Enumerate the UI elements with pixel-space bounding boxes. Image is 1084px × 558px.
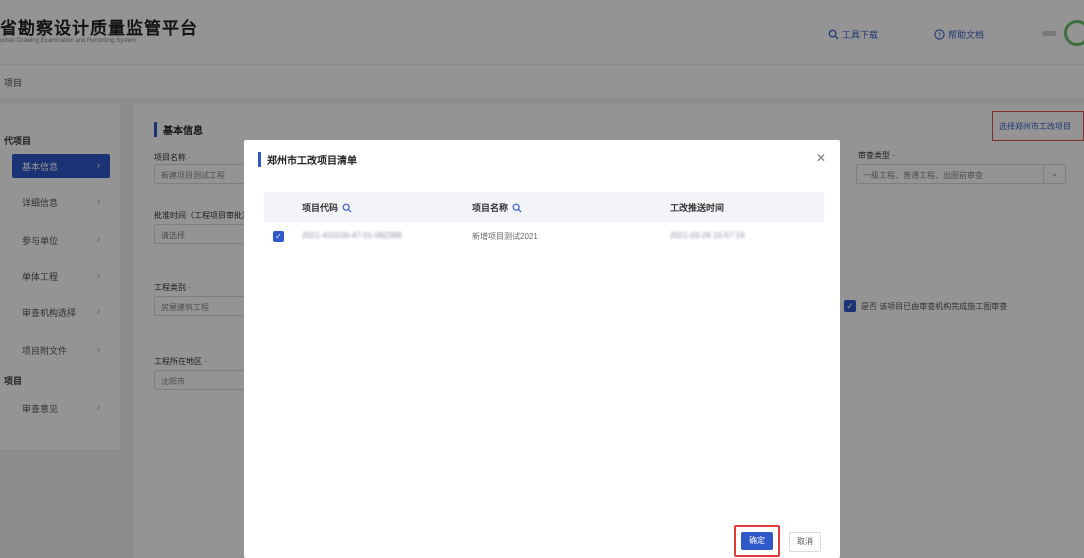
cell-push-time: 2021-03-26 15:57:19	[670, 231, 745, 240]
row-checkbox[interactable]: ✓	[273, 231, 284, 242]
search-icon[interactable]	[512, 203, 522, 213]
column-header-name: 项目名称	[472, 201, 522, 214]
modal-title: 郑州市工改项目清单	[258, 152, 357, 167]
table-row[interactable]: ✓ 2021-410100-47-01-082388 新增项目测试2021 20…	[264, 224, 824, 250]
table-header: 项目代码 项目名称 工改推送时间	[264, 192, 824, 222]
column-header-time: 工改推送时间	[670, 201, 724, 214]
column-header-code: 项目代码	[302, 201, 352, 214]
close-icon[interactable]: ✕	[816, 151, 826, 165]
confirm-button-highlight: 确定	[734, 525, 780, 557]
cell-project-code: 2021-410100-47-01-082388	[302, 231, 402, 240]
cell-project-name: 新增项目测试2021	[472, 232, 538, 241]
confirm-button[interactable]: 确定	[741, 532, 773, 550]
cancel-button[interactable]: 取消	[789, 532, 821, 552]
project-list-modal: 郑州市工改项目清单 ✕ 项目代码 项目名称 工改推送时间 ✓ 2021-4101…	[244, 140, 840, 558]
column-header-label: 项目代码	[302, 203, 339, 213]
column-header-label: 工改推送时间	[670, 203, 725, 213]
search-icon[interactable]	[342, 203, 352, 213]
column-header-label: 项目名称	[472, 203, 509, 213]
